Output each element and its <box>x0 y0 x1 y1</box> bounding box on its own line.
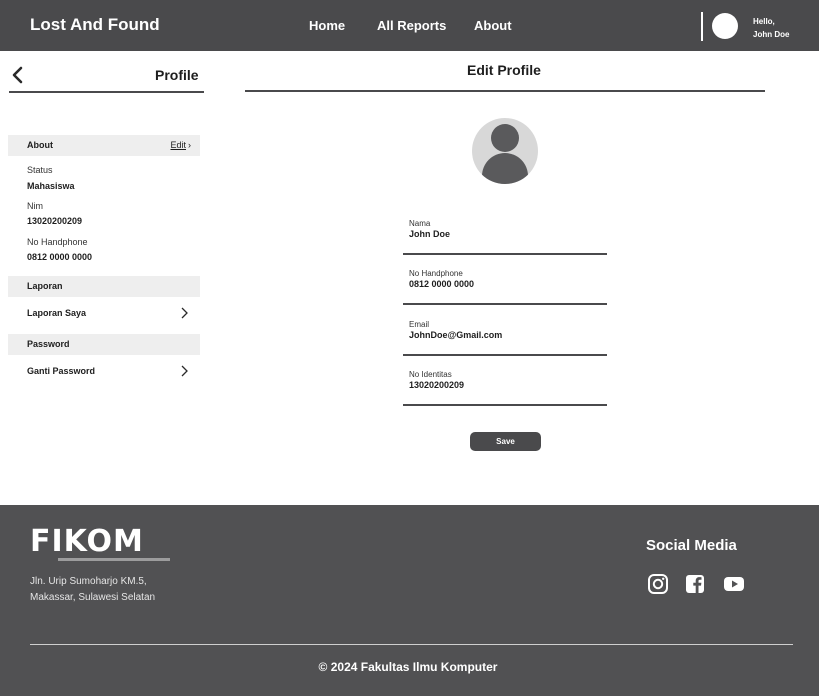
avatar-head-shape <box>491 124 519 152</box>
copyright-text: © 2024 Fakultas Ilmu Komputer <box>0 660 819 674</box>
phone-label: No Handphone <box>27 237 88 247</box>
identity-label: No Identitas <box>409 370 452 379</box>
status-value: Mahasiswa <box>27 181 75 191</box>
email-label: Email <box>409 320 430 329</box>
section-password-label: Password <box>27 339 70 349</box>
chevron-right-icon <box>181 365 188 377</box>
user-greeting[interactable]: Hello, John Doe <box>753 15 789 41</box>
address-line-1: Jln. Urip Sumoharjo KM.5, <box>30 576 147 587</box>
copyright-label: © 2024 Fakultas Ilmu Komputer <box>318 660 498 674</box>
nav-link-home[interactable]: Home <box>309 18 345 33</box>
nav-divider <box>701 12 703 41</box>
youtube-icon[interactable] <box>723 573 745 595</box>
fikom-logo: FIKOM <box>30 525 170 565</box>
nav-link-about[interactable]: About <box>474 18 512 33</box>
top-navbar: Lost And Found Home All Reports About He… <box>0 0 819 51</box>
nama-label: Nama <box>409 219 431 228</box>
phone-input[interactable] <box>409 279 599 289</box>
nav-link-all-reports[interactable]: All Reports <box>377 18 446 33</box>
email-field: Email <box>403 319 607 356</box>
laporan-saya-row[interactable]: Laporan Saya <box>8 304 200 324</box>
identity-input[interactable] <box>409 380 599 390</box>
ganti-password-label: Ganti Password <box>27 366 96 376</box>
nama-field: Nama <box>403 218 607 255</box>
ganti-password-row[interactable]: Ganti Password <box>8 362 200 382</box>
chevron-right-icon <box>181 307 188 319</box>
instagram-icon[interactable] <box>647 573 669 595</box>
logo-subtitle-strip <box>58 558 170 561</box>
nim-value: 13020200209 <box>27 216 83 226</box>
edit-about-label: Edit <box>170 140 186 150</box>
chevron-right-icon: › <box>188 140 191 150</box>
identity-field: No Identitas <box>403 369 607 406</box>
address-line-2: Makassar, Sulawesi Selatan <box>30 592 156 603</box>
phone-field: No Handphone <box>403 268 607 305</box>
footer: FIKOM Jln. Urip Sumoharjo KM.5, Makassar… <box>0 505 819 696</box>
section-laporan-header: Laporan <box>8 276 200 297</box>
brand-title[interactable]: Lost And Found <box>30 15 160 35</box>
status-label: Status <box>27 165 53 175</box>
page-title-divider <box>245 90 765 92</box>
section-about-label: About <box>27 140 53 150</box>
nim-label: Nim <box>27 201 43 211</box>
facebook-icon[interactable] <box>684 573 706 595</box>
greeting-text: Hello, <box>753 17 775 26</box>
social-media-title: Social Media <box>646 537 737 554</box>
section-password-header: Password <box>8 334 200 355</box>
laporan-saya-label: Laporan Saya <box>27 308 87 318</box>
profile-avatar[interactable] <box>472 118 538 184</box>
section-laporan-label: Laporan <box>27 281 63 291</box>
nama-input[interactable] <box>409 229 599 239</box>
email-input[interactable] <box>409 330 599 340</box>
user-avatar[interactable] <box>712 13 738 39</box>
logo-wordmark: FIKOM <box>30 524 144 559</box>
avatar-body-shape <box>482 153 528 184</box>
footer-divider <box>30 644 793 645</box>
phone-field-label: No Handphone <box>409 269 463 278</box>
sidebar-title-divider <box>9 91 204 93</box>
phone-value: 0812 0000 0000 <box>27 252 93 262</box>
footer-address: Jln. Urip Sumoharjo KM.5, Makassar, Sula… <box>30 574 155 606</box>
sidebar-title: Profile <box>155 67 199 83</box>
section-about-header: About Edit › <box>8 135 200 156</box>
username-text: John Doe <box>753 30 790 39</box>
back-arrow-icon[interactable] <box>10 66 26 84</box>
save-button[interactable]: Save <box>470 432 541 451</box>
page-title: Edit Profile <box>467 62 541 78</box>
edit-about-link[interactable]: Edit › <box>170 140 191 150</box>
